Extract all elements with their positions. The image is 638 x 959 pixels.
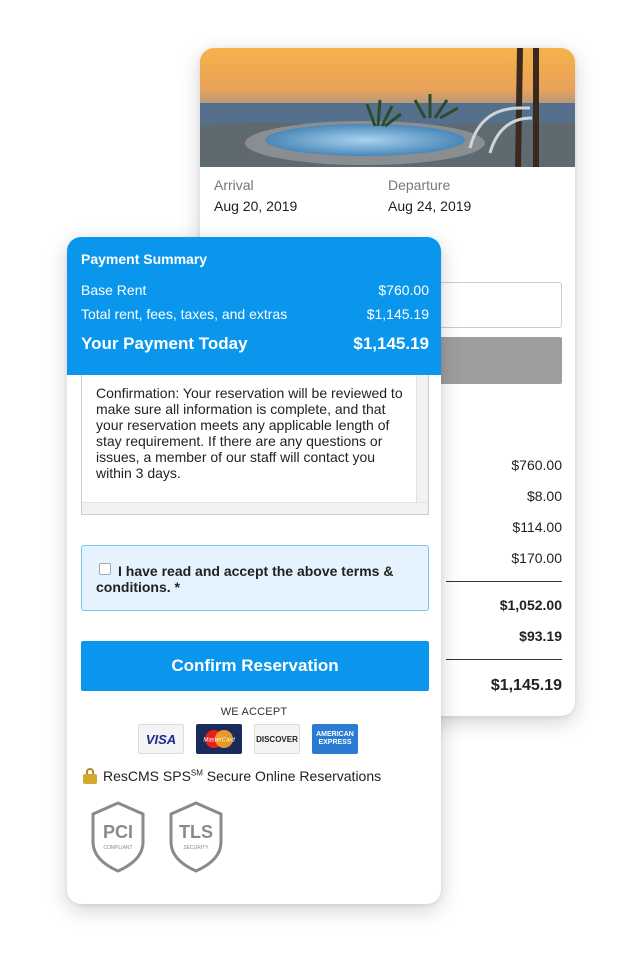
tls-sub-label: SECURITY	[183, 845, 209, 851]
tls-security-badge-icon: TLS SECURITY	[169, 801, 223, 873]
visa-card-icon: VISA	[138, 724, 184, 754]
discover-card-icon: DISCOVER	[254, 724, 300, 754]
pci-label: PCI	[103, 822, 133, 842]
base-rent-value: $760.00	[378, 282, 429, 298]
secure-tagline: Secure Online Reservations	[202, 768, 382, 784]
total-amount: $1,145.19	[490, 677, 562, 694]
payment-today-row: Your Payment Today $1,145.19	[81, 334, 429, 354]
line-amount: $760.00	[511, 457, 562, 473]
departure: Departure Aug 24, 2019	[388, 177, 471, 214]
security-badges: PCI COMPLIANT TLS SECURITY	[89, 800, 225, 874]
line-amount: $170.00	[511, 550, 562, 566]
horizontal-scrollbar[interactable]	[82, 502, 428, 514]
payment-today-value: $1,145.19	[353, 334, 429, 353]
tls-label: TLS	[179, 822, 213, 842]
apply-button[interactable]	[436, 337, 562, 384]
accept-terms-label[interactable]: I have read and accept the above terms &…	[96, 563, 421, 595]
base-rent-row: Base Rent $760.00	[81, 282, 429, 298]
total-label: Total rent, fees, taxes, and extras	[81, 306, 288, 322]
secure-brand: ResCMS SPS	[103, 768, 191, 784]
divider	[446, 581, 562, 582]
amex-card-icon: AMERICAN EXPRESS	[312, 724, 358, 754]
line-amount: $8.00	[526, 488, 562, 504]
promo-code-input[interactable]	[436, 282, 562, 328]
base-rent-label: Base Rent	[81, 282, 147, 298]
line-amount: $114.00	[512, 519, 562, 535]
arrival-date: Aug 20, 2019	[214, 198, 298, 214]
divider	[446, 659, 562, 660]
accept-terms-box: I have read and accept the above terms &…	[81, 545, 429, 611]
total-row: Total rent, fees, taxes, and extras $1,1…	[81, 306, 429, 322]
vertical-scrollbar[interactable]	[416, 375, 428, 514]
arrival: Arrival Aug 20, 2019	[214, 177, 297, 214]
we-accept-label: WE ACCEPT	[220, 706, 288, 718]
mastercard-icon: MasterCard	[196, 724, 242, 754]
service-mark: SM	[190, 768, 203, 778]
terms-text: Confirmation: Your reservation will be r…	[96, 385, 403, 481]
departure-date: Aug 24, 2019	[388, 198, 472, 214]
tax-amount: $93.19	[519, 628, 562, 644]
pci-sub-label: COMPLIANT	[103, 845, 132, 851]
departure-label: Departure	[388, 177, 451, 193]
summary-title: Payment Summary	[81, 251, 208, 267]
terms-scrollbox[interactable]: Confirmation: Your reservation will be r…	[81, 375, 429, 515]
payment-today-label: Your Payment Today	[81, 334, 248, 353]
secure-notice: ResCMS SPSSM Secure Online Reservations	[83, 768, 381, 784]
lock-icon	[83, 768, 97, 784]
confirm-reservation-button[interactable]: Confirm Reservation	[81, 641, 429, 691]
pci-compliant-badge-icon: PCI COMPLIANT	[91, 801, 145, 873]
subtotal-amount: $1,052.00	[499, 597, 562, 613]
payment-summary: Payment Summary Base Rent $760.00 Total …	[67, 237, 441, 375]
payment-card: Payment Summary Base Rent $760.00 Total …	[67, 237, 441, 904]
total-value: $1,145.19	[366, 306, 429, 322]
secure-text: ResCMS SPSSM Secure Online Reservations	[103, 768, 381, 784]
arrival-label: Arrival	[214, 177, 254, 193]
mastercard-wordmark: MasterCard	[203, 738, 235, 744]
property-photo	[200, 48, 575, 167]
accepted-cards: VISA MasterCard DISCOVER AMERICAN EXPRES…	[138, 724, 358, 754]
